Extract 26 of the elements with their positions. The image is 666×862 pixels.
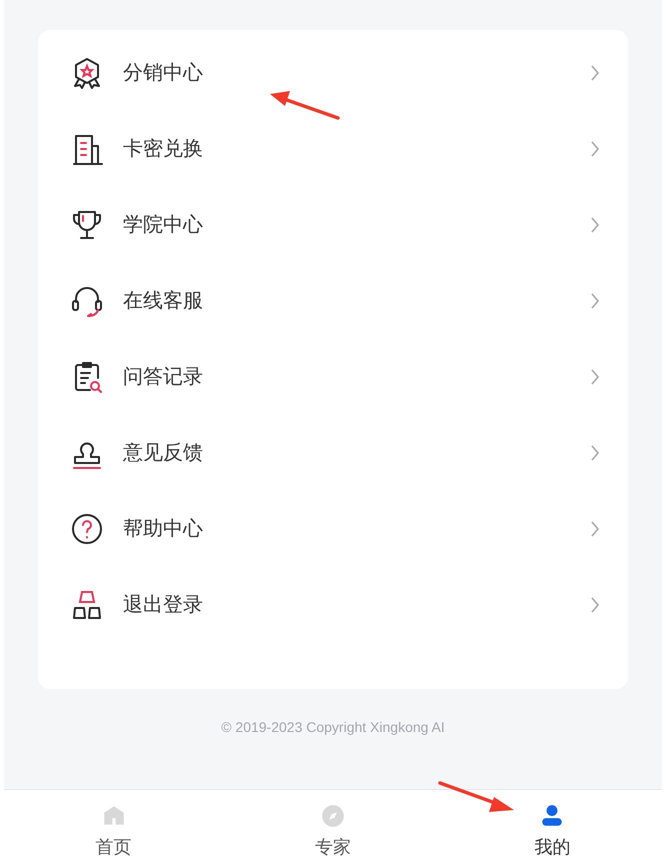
chevron-right-icon [590, 140, 600, 158]
chevron-right-icon [590, 368, 600, 386]
chevron-right-icon [590, 520, 600, 538]
building-icon [70, 132, 104, 166]
chevron-right-icon [590, 216, 600, 234]
tab-bar-item[interactable]: 我的 [442, 790, 662, 862]
chevron-right-icon [590, 64, 600, 82]
chevron-right-icon [590, 596, 600, 614]
blocks-icon [70, 588, 104, 622]
chevron-right-icon [590, 444, 600, 462]
chevron-right-icon [590, 292, 600, 310]
headset-icon [70, 284, 104, 318]
copyright-text: © 2019-2023 Copyright Xingkong AI [221, 718, 445, 737]
tab-bar-item[interactable]: 首页 [4, 790, 224, 862]
compass-icon [320, 803, 346, 829]
trophy-icon [70, 208, 104, 242]
menu-item[interactable]: 问答记录 [123, 362, 590, 392]
tab-bar-item[interactable]: 专家 [223, 790, 443, 862]
menu-item[interactable]: 学院中心 [123, 210, 590, 240]
question-circle-icon [70, 512, 104, 546]
menu-item[interactable]: 卡密兑换 [123, 134, 590, 164]
menu-item[interactable]: 意见反馈 [123, 438, 590, 468]
menu-item[interactable]: 帮助中心 [123, 514, 590, 544]
menu-item[interactable]: 分销中心 [123, 58, 590, 88]
menu-item[interactable]: 在线客服 [123, 286, 590, 316]
menu-item[interactable]: 退出登录 [123, 590, 590, 620]
